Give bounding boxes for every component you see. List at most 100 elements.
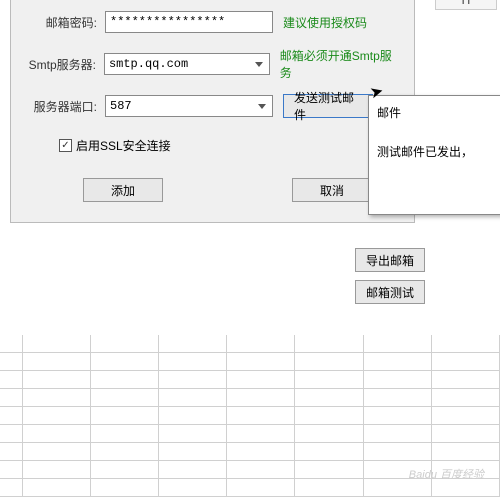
ssl-checkbox-row[interactable]: ✓ 启用SSL安全连接 [59, 137, 402, 154]
password-input[interactable]: **************** [105, 11, 273, 33]
grid-cell[interactable] [159, 407, 227, 425]
grid-cell[interactable] [432, 353, 500, 371]
email-config-dialog: 邮箱密码: **************** 建议使用授权码 Smtp服务器: … [10, 0, 415, 223]
grid-cell[interactable] [0, 443, 23, 461]
grid-cell[interactable] [23, 443, 91, 461]
grid-cell[interactable] [432, 389, 500, 407]
grid-cell[interactable] [23, 407, 91, 425]
mailbox-test-button[interactable]: 邮箱测试 [355, 280, 425, 304]
smtp-row: Smtp服务器: smtp.qq.com 邮箱必须开通Smtp服务 [23, 53, 402, 75]
grid-cell[interactable] [227, 371, 295, 389]
grid-cell[interactable] [295, 407, 363, 425]
grid-cell[interactable] [0, 479, 23, 497]
add-button[interactable]: 添加 [83, 178, 163, 202]
password-row: 邮箱密码: **************** 建议使用授权码 [23, 11, 402, 33]
grid-cell[interactable] [91, 443, 159, 461]
grid-cell[interactable] [159, 479, 227, 497]
grid-cell[interactable] [91, 479, 159, 497]
smtp-hint: 邮箱必须开通Smtp服务 [280, 47, 402, 81]
smtp-server-combo[interactable]: smtp.qq.com [104, 53, 270, 75]
grid-cell[interactable] [23, 479, 91, 497]
grid-cell[interactable] [432, 407, 500, 425]
send-test-button[interactable]: 发送测试邮件 [283, 94, 373, 118]
grid-row [0, 407, 500, 425]
grid-row [0, 371, 500, 389]
grid-cell[interactable] [91, 407, 159, 425]
grid-cell[interactable] [227, 335, 295, 353]
grid-cell[interactable] [364, 425, 432, 443]
grid-cell[interactable] [227, 479, 295, 497]
grid-cell[interactable] [159, 353, 227, 371]
ssl-checkbox[interactable]: ✓ [59, 139, 72, 152]
grid-cell[interactable] [23, 371, 91, 389]
grid-cell[interactable] [159, 371, 227, 389]
grid-cell[interactable] [159, 425, 227, 443]
export-mailbox-button[interactable]: 导出邮箱 [355, 248, 425, 272]
grid-cell[interactable] [91, 425, 159, 443]
password-label: 邮箱密码: [23, 14, 105, 31]
port-combo[interactable]: 587 [105, 95, 273, 117]
port-row: 服务器端口: 587 发送测试邮件 [23, 95, 402, 117]
grid-cell[interactable] [432, 443, 500, 461]
grid-cell[interactable] [91, 353, 159, 371]
side-panel-buttons: 导出邮箱 邮箱测试 [355, 248, 425, 304]
grid-cell[interactable] [23, 461, 91, 479]
grid-cell[interactable] [23, 425, 91, 443]
grid-cell[interactable] [0, 407, 23, 425]
grid-cell[interactable] [23, 389, 91, 407]
popup-title: 邮件 [377, 104, 499, 121]
test-mail-popup: 邮件 测试邮件已发出， [368, 95, 500, 215]
grid-cell[interactable] [227, 389, 295, 407]
grid-cell[interactable] [227, 407, 295, 425]
grid-cell[interactable] [364, 407, 432, 425]
grid-cell[interactable] [364, 389, 432, 407]
grid-cell[interactable] [0, 371, 23, 389]
grid-cell[interactable] [91, 371, 159, 389]
grid-row [0, 425, 500, 443]
cancel-button[interactable]: 取消 [292, 178, 372, 202]
dialog-button-row: 添加 取消 [23, 178, 402, 212]
grid-cell[interactable] [159, 335, 227, 353]
grid-cell[interactable] [295, 353, 363, 371]
popup-message: 测试邮件已发出， [377, 143, 499, 160]
grid-cell[interactable] [0, 353, 23, 371]
grid-cell[interactable] [227, 443, 295, 461]
grid-cell[interactable] [364, 353, 432, 371]
grid-cell[interactable] [295, 479, 363, 497]
watermark: Baidu 百度经验 [409, 466, 484, 482]
grid-cell[interactable] [0, 461, 23, 479]
password-hint: 建议使用授权码 [283, 14, 367, 31]
grid-cell[interactable] [91, 389, 159, 407]
grid-cell[interactable] [432, 335, 500, 353]
grid-cell[interactable] [91, 461, 159, 479]
column-header-h[interactable]: H [435, 0, 497, 10]
grid-cell[interactable] [295, 371, 363, 389]
grid-cell[interactable] [364, 335, 432, 353]
grid-cell[interactable] [0, 335, 23, 353]
grid-cell[interactable] [159, 443, 227, 461]
port-label: 服务器端口: [23, 98, 105, 115]
grid-row [0, 389, 500, 407]
grid-cell[interactable] [227, 353, 295, 371]
grid-cell[interactable] [295, 335, 363, 353]
grid-cell[interactable] [91, 335, 159, 353]
grid-cell[interactable] [295, 443, 363, 461]
grid-cell[interactable] [0, 389, 23, 407]
grid-cell[interactable] [0, 425, 23, 443]
grid-cell[interactable] [295, 461, 363, 479]
grid-row [0, 353, 500, 371]
grid-row [0, 335, 500, 353]
grid-cell[interactable] [159, 461, 227, 479]
grid-row [0, 443, 500, 461]
grid-cell[interactable] [23, 335, 91, 353]
grid-cell[interactable] [295, 425, 363, 443]
grid-cell[interactable] [432, 371, 500, 389]
grid-cell[interactable] [23, 353, 91, 371]
grid-cell[interactable] [364, 371, 432, 389]
grid-cell[interactable] [227, 461, 295, 479]
grid-cell[interactable] [364, 443, 432, 461]
grid-cell[interactable] [159, 389, 227, 407]
grid-cell[interactable] [227, 425, 295, 443]
grid-cell[interactable] [295, 389, 363, 407]
grid-cell[interactable] [432, 425, 500, 443]
